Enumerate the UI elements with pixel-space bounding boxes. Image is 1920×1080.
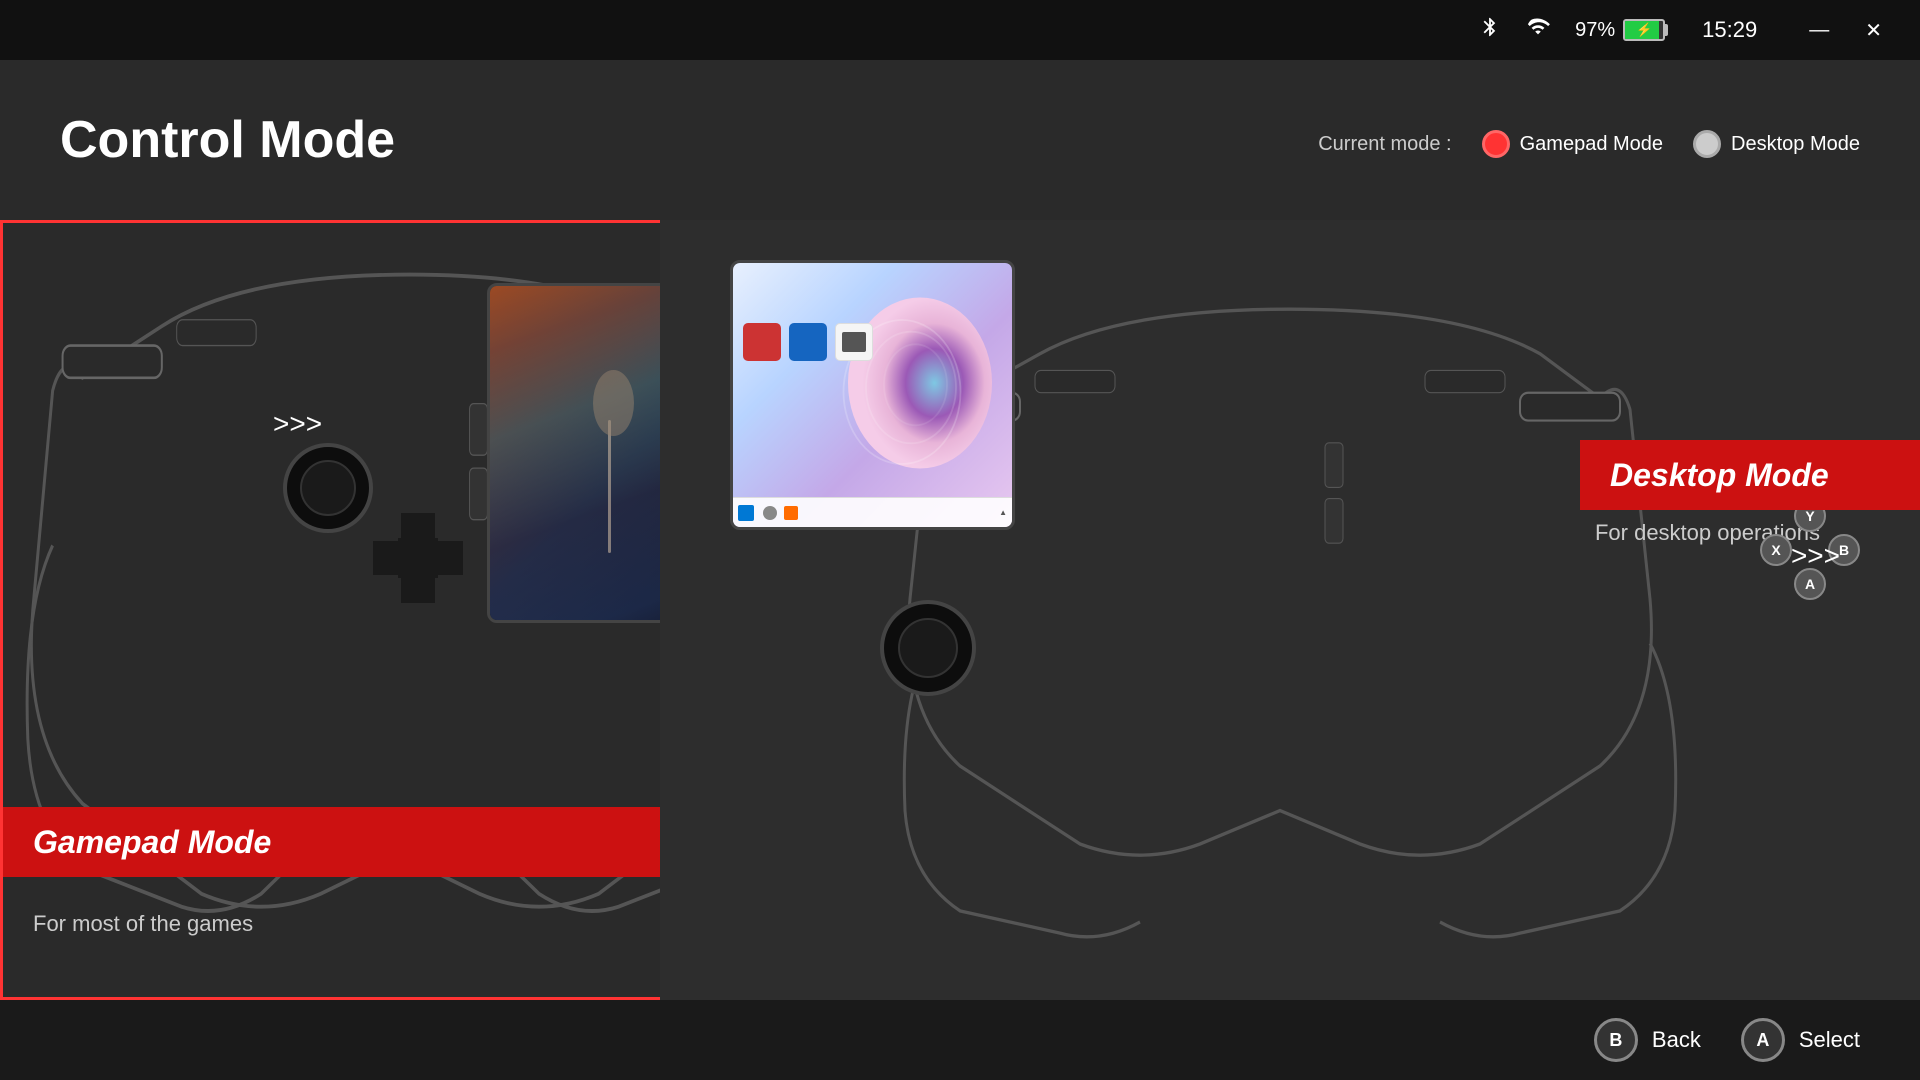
battery-percent-text: 97% bbox=[1575, 19, 1615, 42]
bluetooth-icon bbox=[1479, 16, 1501, 44]
left-joystick bbox=[283, 443, 373, 533]
main-content: Control Mode Current mode : Gamepad Mode… bbox=[0, 60, 1920, 1080]
page-title: Control Mode bbox=[60, 110, 395, 170]
title-bar: 97% ⚡ 15:29 — ✕ bbox=[0, 0, 1920, 60]
right-joystick bbox=[880, 600, 976, 696]
close-button[interactable]: ✕ bbox=[1857, 14, 1890, 47]
time-display: 15:29 bbox=[1702, 17, 1757, 43]
gamepad-arrows: >>> bbox=[273, 408, 322, 440]
back-button-circle[interactable]: B bbox=[1594, 1018, 1638, 1062]
gamepad-mode-indicator: Gamepad Mode bbox=[1482, 130, 1663, 158]
desktop-label-bar: Desktop Mode bbox=[1580, 440, 1920, 510]
back-action[interactable]: B Back bbox=[1594, 1018, 1701, 1062]
desktop-mode-dot bbox=[1693, 130, 1721, 158]
select-label: Select bbox=[1799, 1027, 1860, 1053]
current-mode-label: Current mode : bbox=[1318, 133, 1451, 156]
desktop-mode-title: Desktop Mode bbox=[1610, 457, 1829, 494]
dpad bbox=[373, 513, 463, 603]
gamepad-mode-dot bbox=[1482, 130, 1510, 158]
desktop-mode-name: Desktop Mode bbox=[1731, 133, 1860, 156]
gamepad-mode-title: Gamepad Mode bbox=[33, 824, 271, 861]
gamepad-mode-name: Gamepad Mode bbox=[1520, 133, 1663, 156]
status-area: 97% ⚡ 15:29 — ✕ bbox=[1479, 14, 1890, 47]
back-label: Back bbox=[1652, 1027, 1701, 1053]
x-button: X bbox=[1760, 534, 1792, 566]
cards-container: >>> Gamepad Mode For most of the games bbox=[0, 220, 1920, 1000]
minimize-button[interactable]: — bbox=[1801, 15, 1837, 46]
desktop-screen: ▲ bbox=[730, 260, 1015, 530]
desktop-arrows: >>> bbox=[1791, 540, 1840, 572]
desktop-card[interactable]: ▲ For desktop operations Y X B A Desktop… bbox=[660, 220, 1920, 1000]
wifi-icon bbox=[1525, 16, 1551, 44]
window-controls[interactable]: — ✕ bbox=[1801, 14, 1890, 47]
desktop-taskbar: ▲ bbox=[733, 497, 1012, 527]
gamepad-subtitle: For most of the games bbox=[33, 911, 253, 937]
wallpaper-swirl bbox=[812, 293, 992, 473]
select-action[interactable]: A Select bbox=[1741, 1018, 1860, 1062]
desktop-apps-row bbox=[743, 323, 873, 361]
battery-indicator: 97% ⚡ bbox=[1575, 19, 1668, 42]
a-button: A bbox=[1794, 568, 1826, 600]
select-button-circle[interactable]: A bbox=[1741, 1018, 1785, 1062]
desktop-mode-indicator: Desktop Mode bbox=[1693, 130, 1860, 158]
bottom-bar: B Back A Select bbox=[0, 1000, 1920, 1080]
current-mode-area: Current mode : Gamepad Mode Desktop Mode bbox=[1318, 130, 1860, 158]
